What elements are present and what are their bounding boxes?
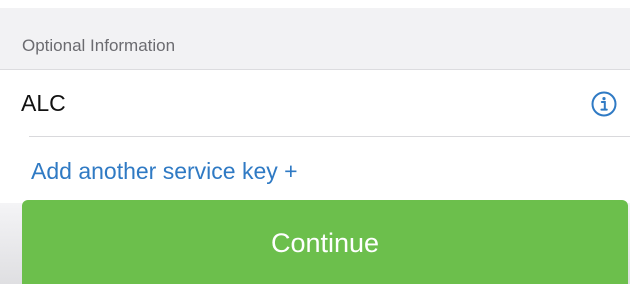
section-header: Optional Information: [0, 8, 630, 70]
info-circle-icon[interactable]: [591, 91, 617, 117]
section-title: Optional Information: [22, 36, 176, 55]
optional-info-screen: Optional Information ALC Add another ser…: [0, 0, 630, 284]
content-panel: ALC Add another service key +: [0, 70, 630, 203]
continue-button[interactable]: Continue: [22, 200, 628, 284]
row-divider: [29, 136, 630, 137]
service-key-label: ALC: [21, 90, 66, 116]
add-service-key-link[interactable]: Add another service key +: [31, 158, 298, 185]
service-key-row[interactable]: ALC: [0, 70, 630, 137]
top-strip: [0, 0, 630, 8]
